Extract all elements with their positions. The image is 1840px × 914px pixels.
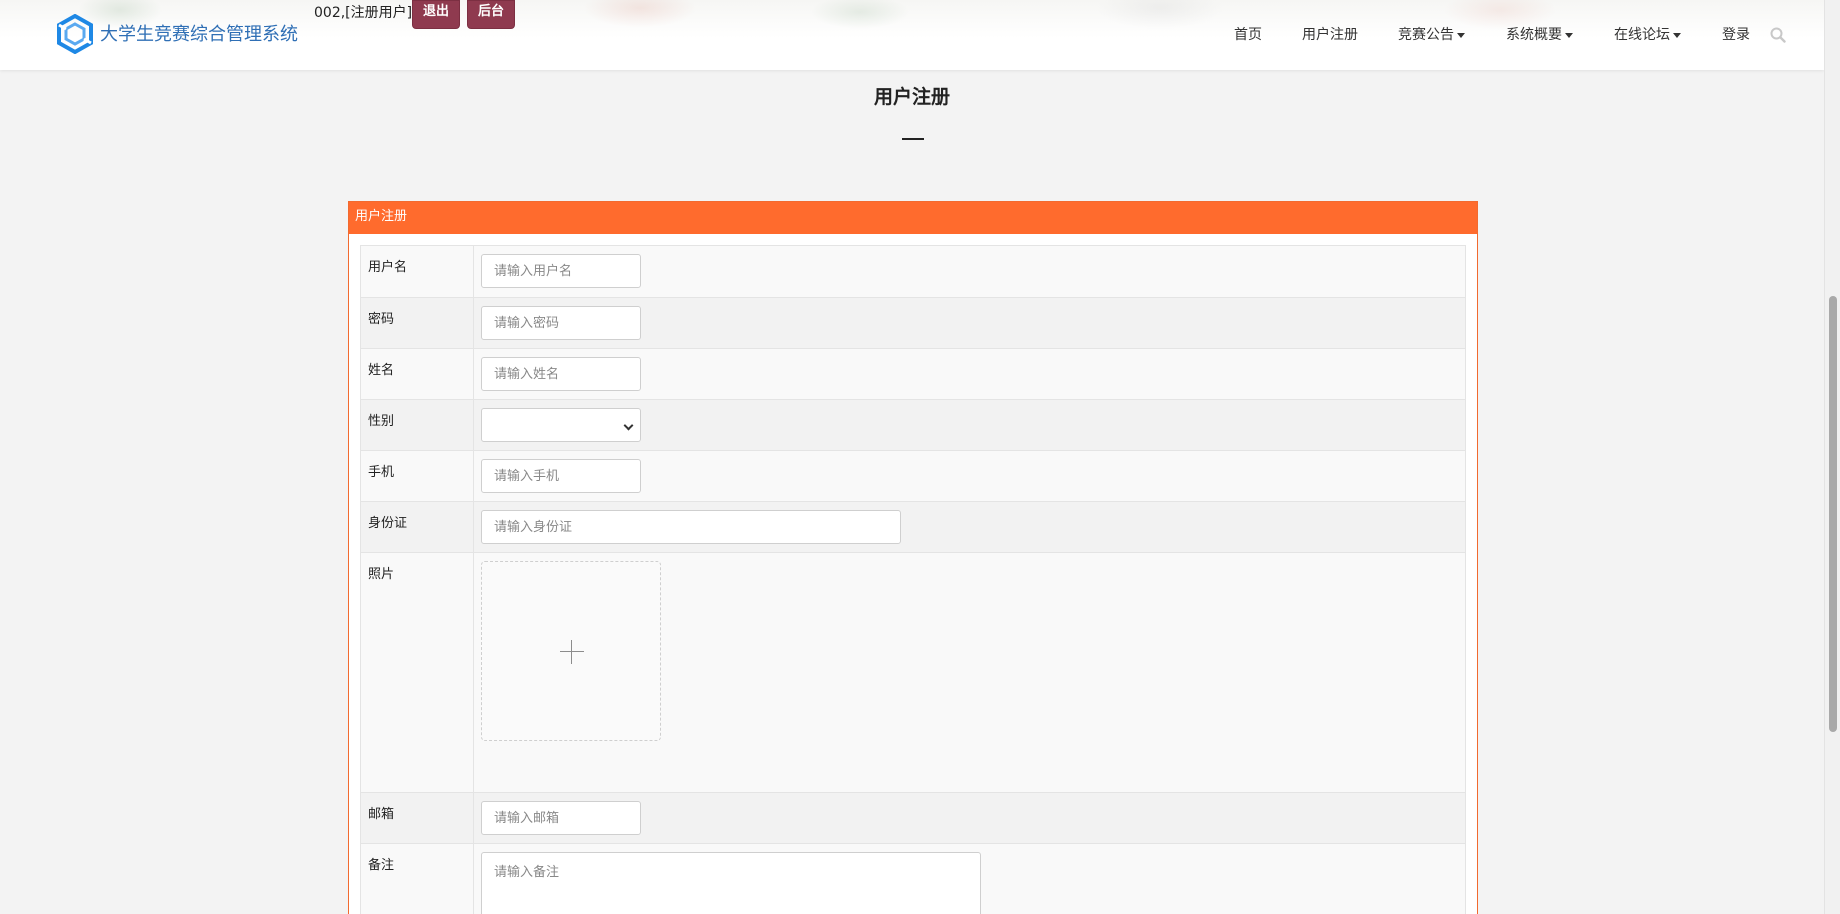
remark-cell [473, 843, 1466, 914]
page-scrollbar[interactable] [1824, 0, 1840, 914]
register-form: 用户名 密码 姓名 性别 [360, 245, 1466, 914]
plus-icon [560, 651, 584, 652]
idcard-input[interactable] [481, 510, 901, 544]
form-row-photo: 照片 [360, 552, 1466, 793]
idcard-cell [473, 501, 1466, 553]
nav-announce-label: 竞赛公告 [1398, 27, 1454, 43]
email-input[interactable] [481, 801, 641, 835]
page-title: 用户注册 [873, 86, 950, 108]
chevron-down-icon [1565, 32, 1573, 38]
form-row-remark: 备注 [360, 843, 1466, 914]
username-cell [473, 245, 1466, 298]
nav-overview-label: 系统概要 [1506, 27, 1562, 43]
name-cell [473, 348, 1466, 400]
admin-button[interactable]: 后台 [467, 0, 515, 29]
gender-select[interactable] [481, 408, 641, 442]
form-row-username: 用户名 [360, 245, 1466, 298]
chevron-down-icon [623, 420, 634, 431]
chevron-down-icon [1673, 32, 1681, 38]
plus-icon-vertical [571, 640, 572, 664]
idcard-label: 身份证 [360, 501, 474, 553]
phone-input[interactable] [481, 459, 641, 493]
username-label: 用户名 [360, 245, 474, 298]
form-row-email: 邮箱 [360, 792, 1466, 844]
top-header: 大学生竞赛综合管理系统 002,[注册用户] 退出 后台 首页 用户注册 竞赛公… [0, 0, 1824, 70]
site-title[interactable]: 大学生竞赛综合管理系统 [100, 20, 298, 46]
email-label: 邮箱 [360, 792, 474, 844]
form-row-gender: 性别 [360, 399, 1466, 451]
scrollbar-thumb[interactable] [1829, 296, 1837, 732]
phone-label: 手机 [360, 450, 474, 502]
nav-announce[interactable]: 竞赛公告 [1398, 24, 1465, 44]
email-cell [473, 792, 1466, 844]
form-row-name: 姓名 [360, 348, 1466, 400]
nav-forum[interactable]: 在线论坛 [1614, 24, 1681, 44]
username-input[interactable] [481, 254, 641, 288]
password-input[interactable] [481, 306, 641, 340]
password-label: 密码 [360, 297, 474, 349]
site-logo-icon[interactable] [55, 14, 95, 54]
logout-button[interactable]: 退出 [412, 0, 460, 29]
remark-label: 备注 [360, 843, 474, 914]
phone-cell [473, 450, 1466, 502]
panel-heading: 用户注册 [349, 202, 1477, 234]
chevron-down-icon [1457, 32, 1465, 38]
gender-label: 性别 [360, 399, 474, 451]
nav-login[interactable]: 登录 [1722, 24, 1750, 44]
name-label: 姓名 [360, 348, 474, 400]
form-row-idcard: 身份证 [360, 501, 1466, 553]
title-divider [902, 138, 924, 140]
nav-forum-label: 在线论坛 [1614, 27, 1670, 43]
gender-cell [473, 399, 1466, 451]
search-icon[interactable] [1770, 27, 1786, 43]
register-panel: 用户注册 用户名 密码 姓名 性别 [348, 201, 1478, 914]
photo-upload[interactable] [481, 561, 661, 741]
name-input[interactable] [481, 357, 641, 391]
nav-register[interactable]: 用户注册 [1302, 24, 1358, 44]
form-row-phone: 手机 [360, 450, 1466, 502]
remark-textarea[interactable] [481, 852, 981, 914]
photo-cell [473, 552, 1466, 793]
nav-overview[interactable]: 系统概要 [1506, 24, 1573, 44]
password-cell [473, 297, 1466, 349]
user-info: 002,[注册用户] [314, 5, 413, 21]
nav-home[interactable]: 首页 [1234, 24, 1262, 44]
photo-label: 照片 [360, 552, 474, 793]
form-row-password: 密码 [360, 297, 1466, 349]
